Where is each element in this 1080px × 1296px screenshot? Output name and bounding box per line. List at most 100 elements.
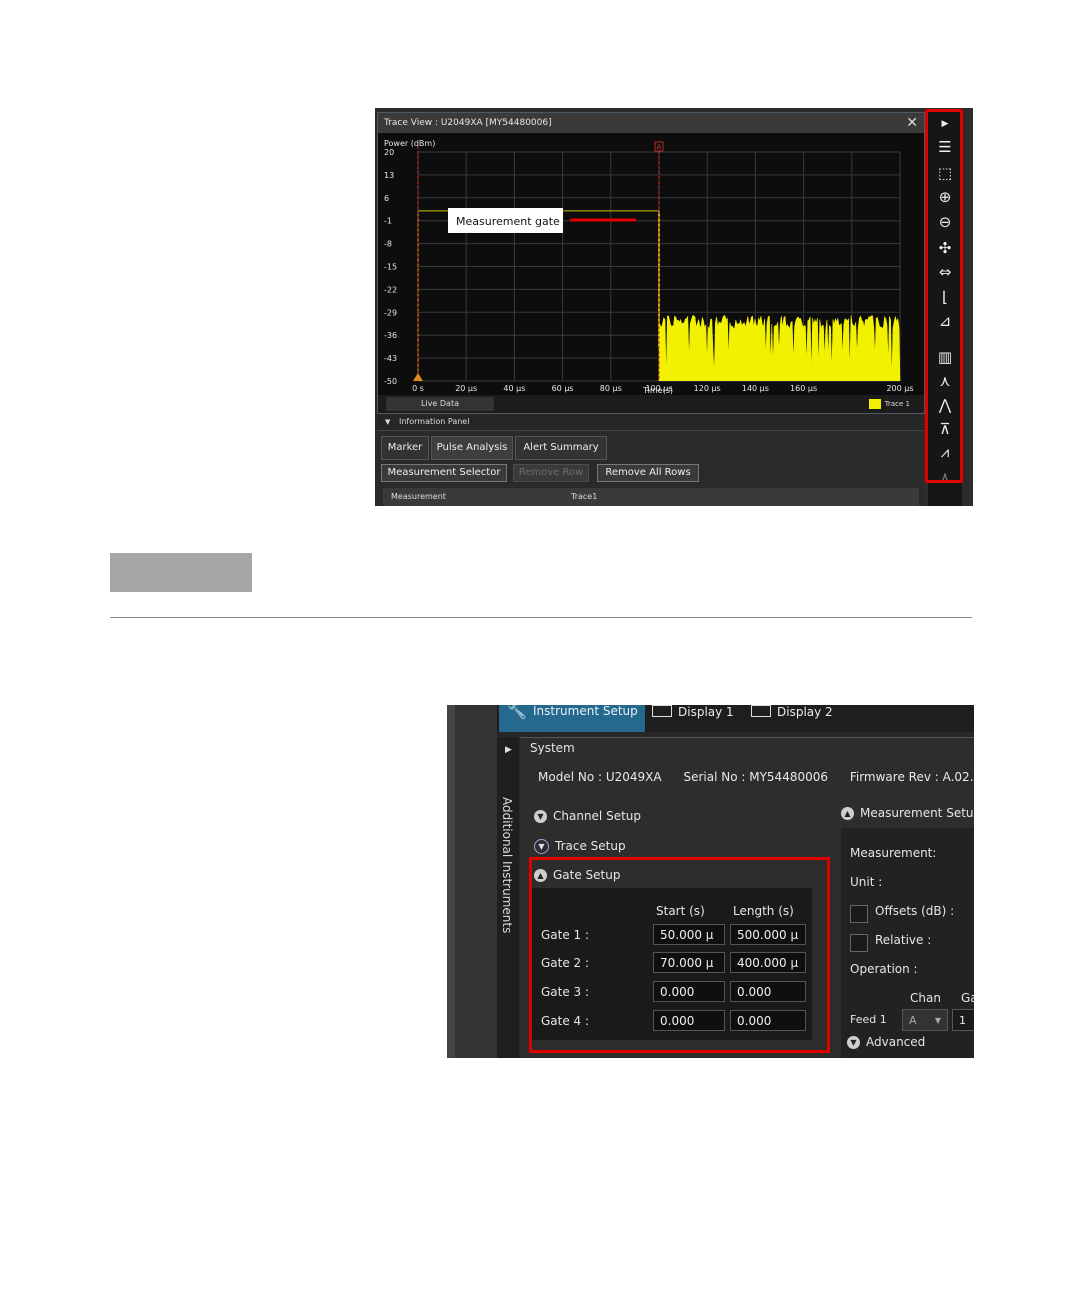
expand-down-icon: ▼	[847, 1036, 860, 1049]
power-trace-chart[interactable]: Power (dBm) Time(s) 20136-1-8-15-22-29-3…	[378, 133, 924, 395]
model-value: U2049XA	[605, 770, 662, 784]
trace-1-swatch	[868, 399, 881, 409]
remove-all-rows-button[interactable]: Remove All Rows	[597, 464, 699, 482]
tab-display-1-label: Display 1	[678, 705, 734, 719]
system-heading: System	[530, 741, 575, 755]
tab-instrument-setup[interactable]: 🔧 Instrument Setup	[499, 705, 645, 732]
trace-setup-section[interactable]: ▼ Trace Setup	[534, 839, 626, 854]
gate-setup-highlight-box	[529, 857, 830, 1053]
measurement-gate-annotation: Measurement gate	[456, 215, 560, 228]
trigger-marker-icon	[413, 373, 423, 381]
tab-display-2[interactable]: Display 2	[751, 705, 833, 719]
trace-view-titlebar: Trace View : U2049XA [MY54480006] ✕	[378, 113, 924, 133]
remove-row-button[interactable]: Remove Row	[513, 464, 589, 482]
x-tick-label: 160 µs	[790, 384, 817, 393]
collapse-triangle-icon: ▼	[385, 418, 391, 426]
firmware-value: A.02.	[942, 770, 974, 784]
toolbar-highlight-box	[925, 109, 963, 483]
y-tick-label: -15	[384, 263, 397, 272]
additional-instruments-label: Additional Instruments	[500, 797, 514, 934]
expand-arrow-icon[interactable]: ▶	[505, 745, 512, 755]
information-panel-title: Information Panel	[399, 417, 470, 426]
model-label: Model No :	[538, 770, 603, 784]
system-info-row: Model No : U2049XA Serial No : MY5448000…	[538, 770, 974, 784]
display-chart-icon	[751, 705, 771, 717]
x-tick-label: 40 µs	[503, 384, 525, 393]
trace-legend[interactable]: Trace 1	[868, 398, 910, 410]
column-trace1: Trace1	[571, 492, 598, 501]
y-tick-label: 6	[384, 194, 389, 203]
x-tick-labels: 0 s 20 µs 40 µs 60 µs 80 µs 100 µs 120 µs 140 µ…	[412, 384, 913, 393]
relative-label: Relative :	[875, 933, 932, 947]
tab-display-1[interactable]: Display 1	[652, 705, 734, 719]
column-measurement: Measurement	[391, 492, 446, 501]
information-panel: ▼ Information Panel Marker Pulse Analysi…	[377, 414, 923, 506]
measurement-setup-section[interactable]: ▲ Measurement Setup	[841, 806, 974, 826]
trace-statusbar: Live Data Trace 1	[378, 395, 924, 413]
trace-1-noise	[658, 315, 901, 382]
y-axis-label: Power (dBm)	[384, 139, 435, 148]
feed-1-gate-field[interactable]: 1	[952, 1009, 974, 1031]
instrument-setup-screenshot: 🔧 Instrument Setup Display 1 Display 2 ▶…	[447, 705, 974, 1058]
operation-label: Operation :	[850, 962, 918, 976]
x-tick-label: 140 µs	[742, 384, 769, 393]
y-tick-label: -22	[384, 285, 397, 294]
trace-view-title: Trace View : U2049XA [MY54480006]	[384, 118, 552, 128]
tab-pulse-analysis[interactable]: Pulse Analysis	[431, 436, 513, 460]
firmware-label: Firmware Rev :	[849, 770, 939, 784]
feed-1-label: Feed 1	[850, 1013, 887, 1026]
information-panel-header[interactable]: ▼ Information Panel	[377, 414, 923, 431]
tab-display-2-label: Display 2	[777, 705, 833, 719]
additional-instruments-tab[interactable]: ▶ Additional Instruments	[497, 737, 519, 1058]
x-tick-label: 200 µs	[886, 384, 913, 393]
marker-a-label: A	[657, 143, 662, 151]
y-tick-labels: 20 13 6 -1 -8 -15 -22 -29 -36 -43 -50	[384, 148, 397, 386]
live-data-indicator: Live Data	[386, 397, 494, 411]
serial-value: MY54480006	[749, 770, 828, 784]
offsets-checkbox[interactable]	[850, 905, 868, 923]
y-tick-label: -1	[384, 217, 392, 226]
measurement-label: Measurement:	[850, 846, 937, 860]
offsets-label: Offsets (dB) :	[875, 904, 955, 918]
wrench-icon: 🔧	[507, 705, 527, 720]
unit-label: Unit :	[850, 875, 883, 889]
advanced-label: Advanced	[866, 1035, 926, 1049]
relative-checkbox[interactable]	[850, 934, 868, 952]
collapse-up-icon: ▲	[841, 807, 854, 820]
x-tick-label: 100 µs	[645, 384, 672, 393]
tab-alert-summary[interactable]: Alert Summary	[515, 436, 607, 460]
feed-1-channel-select[interactable]: A ▼	[902, 1009, 948, 1031]
left-panel-strip	[455, 705, 497, 1058]
note-tab	[110, 553, 252, 592]
left-border-strip	[447, 705, 455, 1058]
serial-label: Serial No :	[683, 770, 746, 784]
x-tick-label: 80 µs	[600, 384, 622, 393]
expand-down-icon: ▼	[534, 810, 547, 823]
trace-view-window: Trace View : U2049XA [MY54480006] ✕ Powe…	[377, 112, 925, 414]
trace-view-screenshot: Trace View : U2049XA [MY54480006] ✕ Powe…	[375, 108, 973, 506]
y-tick-label: -50	[384, 377, 397, 386]
x-tick-label: 20 µs	[455, 384, 477, 393]
chevron-down-icon: ▼	[934, 1016, 941, 1025]
measurement-selector-button[interactable]: Measurement Selector	[381, 464, 507, 482]
horizontal-rule	[110, 617, 972, 618]
y-tick-label: 13	[384, 171, 394, 180]
chan-column-header: Chan	[910, 991, 941, 1005]
display-grid-icon	[652, 705, 672, 717]
gate-column-header: Ga	[961, 991, 974, 1005]
channel-setup-section[interactable]: ▼ Channel Setup	[534, 809, 641, 823]
trace-legend-label: Trace 1	[884, 400, 910, 408]
y-tick-label: -29	[384, 308, 397, 317]
y-tick-label: -36	[384, 331, 397, 340]
advanced-section[interactable]: ▼ Advanced	[847, 1035, 925, 1049]
x-tick-label: 120 µs	[694, 384, 721, 393]
y-tick-label: 20	[384, 148, 394, 157]
close-icon[interactable]: ✕	[906, 113, 918, 133]
tab-marker[interactable]: Marker	[381, 436, 429, 460]
x-tick-label: 0 s	[412, 384, 424, 393]
x-tick-label: 60 µs	[552, 384, 574, 393]
measurement-setup-panel: Measurement: Unit : Offsets (dB) : Relat…	[841, 828, 974, 1058]
channel-setup-label: Channel Setup	[553, 809, 642, 823]
expand-down-icon: ▼	[534, 839, 549, 854]
measurement-table-header: Measurement Trace1	[383, 488, 919, 506]
